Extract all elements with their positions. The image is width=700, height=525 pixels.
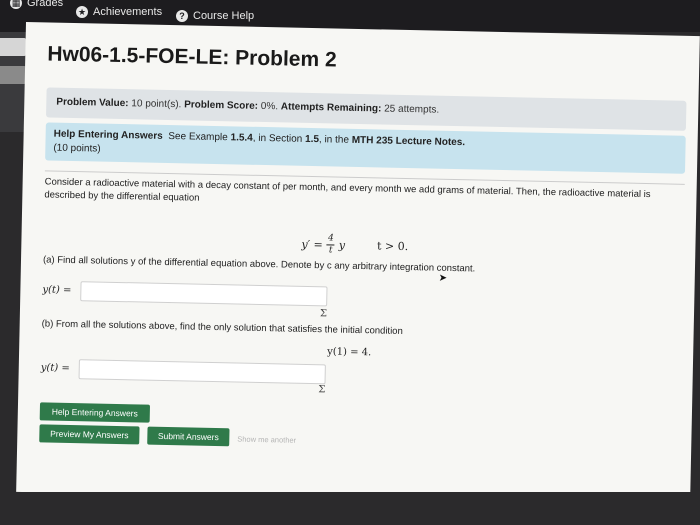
equation-numerator: 4 <box>327 233 334 244</box>
answer-b-label: y(t) = <box>40 362 70 374</box>
help-section: 1.5 <box>304 133 320 146</box>
differential-equation: y′ = 4 t y t > 0. <box>301 233 409 257</box>
sidebar-item[interactable] <box>0 66 26 84</box>
score-label: Problem Score: <box>184 99 259 112</box>
part-b-text: (b) From all the solutions above, find t… <box>41 318 403 337</box>
help-text-prefix: See Example <box>168 131 228 144</box>
answer-a-input[interactable] <box>80 281 328 307</box>
nav-grades[interactable]: ▦ Grades <box>10 0 63 9</box>
help-info-bar: Help Entering Answers See Example 1.5.4,… <box>45 122 686 174</box>
initial-condition: y(1) = 4. <box>327 346 372 359</box>
nav-achievements[interactable]: ★ Achievements <box>76 6 162 18</box>
part-a-text: (a) Find all solutions y of the differen… <box>42 254 476 275</box>
score-text: 0%. <box>260 100 279 113</box>
grades-icon: ▦ <box>10 0 22 9</box>
attempts-label: Attempts Remaining: <box>280 101 382 115</box>
nav-course-help-label: Course Help <box>193 10 255 22</box>
submit-answers-button[interactable]: Submit Answers <box>147 426 230 447</box>
nav-course-help[interactable]: ? Course Help <box>176 10 254 22</box>
nav-achievements-label: Achievements <box>93 6 163 18</box>
equation-denominator: t <box>328 245 333 256</box>
equation-lhs: y′ = <box>301 237 323 252</box>
question-icon: ? <box>176 10 188 22</box>
sidebar-item[interactable] <box>0 38 26 56</box>
help-text-mid: , in Section <box>252 132 303 145</box>
equation-rhs: y <box>338 238 346 252</box>
equation-fraction: 4 t <box>326 233 335 256</box>
help-notes: MTH 235 Lecture Notes. <box>351 134 466 149</box>
star-icon: ★ <box>76 6 88 18</box>
page-title: Hw06-1.5-FOE-LE: Problem 2 <box>47 42 337 72</box>
help-entering-answers-button[interactable]: Help Entering Answers <box>39 402 151 423</box>
show-another-button[interactable]: Show me another <box>237 435 296 445</box>
help-heading: Help Entering Answers <box>53 128 163 142</box>
nav-grades-label: Grades <box>27 0 64 9</box>
sidebar <box>0 32 26 132</box>
sigma-icon[interactable]: Σ <box>318 384 325 395</box>
value-text: 10 point(s). <box>131 98 182 111</box>
answer-b-input[interactable] <box>78 359 326 385</box>
screen-bezel <box>0 492 700 525</box>
problem-page: Hw06-1.5-FOE-LE: Problem 2 Problem Value… <box>16 22 700 507</box>
attempts-text: 25 attempts. <box>384 103 440 116</box>
mouse-cursor-icon: ➤ <box>438 272 448 284</box>
preview-answers-button[interactable]: Preview My Answers <box>39 424 140 445</box>
help-text-mid2: , in the <box>318 134 350 146</box>
answer-a-label: y(t) = <box>42 284 72 297</box>
points-text: (10 points) <box>53 142 101 155</box>
equation-condition: t > 0. <box>376 239 409 254</box>
sigma-icon[interactable]: Σ <box>320 308 327 319</box>
value-label: Problem Value: <box>56 96 129 110</box>
help-example: 1.5.4 <box>230 132 253 144</box>
